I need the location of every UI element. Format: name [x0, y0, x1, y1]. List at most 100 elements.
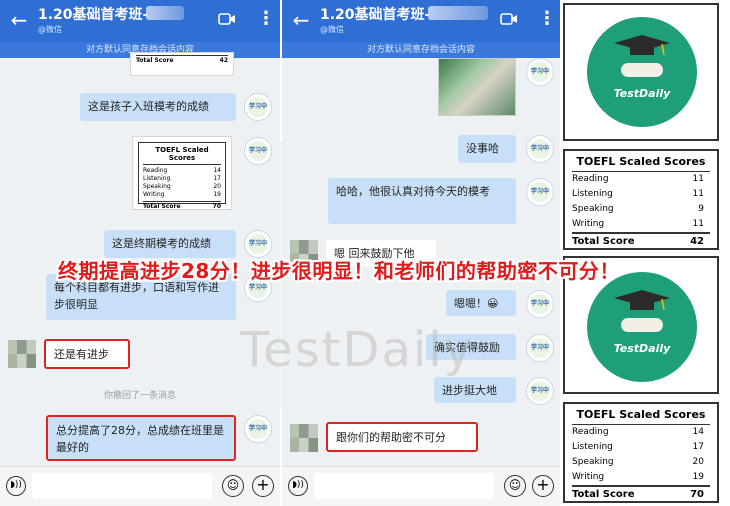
back-arrow-icon[interactable]: ← — [290, 9, 312, 31]
score-label: Writing — [572, 219, 605, 229]
mini-score-table: TOEFL Scaled Scores Reading 14 Listening 1… — [138, 142, 226, 210]
input-bar: ◗)) ☺ + — [0, 466, 280, 506]
message-bubble-highlighted[interactable]: 还是有进步 — [44, 339, 130, 369]
avatar-label: 学习中 — [248, 234, 268, 254]
mini-score-value: 17 — [213, 175, 221, 182]
chat-header: ← 1.20基础首考班- @微信 ⋮ — [0, 0, 280, 42]
avatar[interactable]: 学习中 — [526, 135, 554, 163]
avatar-label: 学习中 — [248, 97, 268, 117]
avatar[interactable]: 学习中 — [526, 377, 554, 405]
message-bubble[interactable]: 这是孩子入班模考的成绩 — [80, 93, 236, 121]
score-label: Reading — [572, 427, 609, 437]
score-row: Speaking 20 — [572, 455, 710, 470]
mini-total-label: Total Score — [143, 203, 181, 210]
score-label: Reading — [572, 174, 609, 184]
score-panel: TestDaily TOEFL Scaled Scores Reading 11 … — [562, 0, 730, 506]
card-total-value: 42 — [219, 57, 228, 64]
score-value: 17 — [692, 442, 704, 452]
chat-header: ← 1.20基础首考班- @微信 ⋮ — [282, 0, 560, 42]
photo-message[interactable] — [438, 58, 516, 116]
emoji-icon[interactable]: ☺ — [504, 475, 526, 497]
video-call-icon[interactable] — [500, 12, 518, 26]
testdaily-logo: TestDaily — [587, 17, 697, 127]
blurred-name — [428, 6, 488, 20]
message-bubble[interactable]: 这是终期模考的成绩 — [104, 230, 236, 258]
mini-score-value: 19 — [213, 191, 221, 198]
message-input[interactable] — [32, 473, 212, 499]
mini-score-value: 14 — [213, 167, 221, 174]
message-bubble[interactable]: 哈哈，他很认真对待今天的模考 — [328, 178, 516, 224]
mini-total-value: 70 — [212, 203, 221, 210]
back-arrow-icon[interactable]: ← — [8, 9, 30, 31]
mini-score-label: Reading — [143, 167, 168, 174]
testdaily-logo: TestDaily — [587, 272, 697, 382]
message-bubble[interactable]: 嗯嗯！😀 — [446, 290, 516, 316]
blurred-avatar[interactable] — [8, 340, 36, 368]
message-bubble-highlighted[interactable]: 总分提高了28分，总成绩在班里是最好的 — [46, 415, 236, 461]
score-row: Speaking 9 — [572, 202, 710, 217]
score-total-label: Total Score — [572, 489, 635, 500]
avatar[interactable]: 学习中 — [526, 290, 554, 318]
avatar[interactable]: 学习中 — [526, 334, 554, 362]
score-value: 20 — [692, 457, 704, 467]
message-bubble[interactable]: 确实值得鼓励 — [426, 334, 516, 360]
score-row: Listening 11 — [572, 187, 710, 202]
message-input[interactable] — [314, 473, 494, 499]
emoji-icon[interactable]: ☺ — [222, 475, 244, 497]
score-value: 11 — [692, 219, 704, 229]
avatar-label: 学习中 — [530, 182, 550, 202]
mini-score-row: Writing 19 — [143, 191, 221, 199]
score-row: Listening 17 — [572, 440, 710, 455]
avatar[interactable]: 学习中 — [244, 137, 272, 165]
score-value: 11 — [692, 189, 704, 199]
mini-score-title: TOEFL Scaled Scores — [143, 146, 221, 165]
avatar[interactable]: 学习中 — [244, 93, 272, 121]
avatar[interactable]: 学习中 — [244, 415, 272, 443]
score-label: Speaking — [572, 457, 614, 467]
score-row: Reading 14 — [572, 425, 710, 440]
diploma-icon — [621, 318, 663, 332]
mini-score-row: Reading 14 — [143, 167, 221, 175]
chat-subtitle: @微信 — [38, 25, 62, 34]
score-value: 9 — [698, 204, 704, 214]
avatar[interactable]: 学习中 — [526, 58, 554, 86]
input-bar: ◗)) ☺ + — [282, 466, 560, 506]
graduation-cap-icon — [614, 290, 670, 311]
diploma-icon — [621, 63, 663, 77]
score-label: Listening — [572, 189, 613, 199]
score-total-row: Total Score 70 — [572, 485, 710, 502]
mini-score-total: Total Score 70 — [143, 201, 221, 211]
message-bubble[interactable]: 没事哈 — [458, 135, 516, 163]
plus-icon[interactable]: + — [252, 475, 274, 497]
avatar-label: 学习中 — [530, 294, 550, 314]
message-bubble[interactable]: 进步挺大地 — [434, 377, 516, 403]
score-image-card-partial[interactable]: Total Score 42 — [130, 52, 234, 76]
score-row: Writing 11 — [572, 217, 710, 232]
score-label: Speaking — [572, 204, 614, 214]
video-call-icon[interactable] — [218, 12, 236, 26]
more-icon[interactable]: ⋮ — [257, 8, 275, 30]
plus-icon[interactable]: + — [532, 475, 554, 497]
voice-icon[interactable]: ◗)) — [6, 476, 26, 496]
message-bubble-highlighted[interactable]: 跟你们的帮助密不可分 — [326, 422, 478, 452]
card-total-label: Total Score — [136, 57, 174, 64]
score-table-final: TOEFL Scaled Scores Reading 14 Listening 1… — [563, 402, 719, 503]
more-icon[interactable]: ⋮ — [538, 8, 556, 30]
blurred-avatar[interactable] — [290, 424, 318, 452]
score-value: 14 — [692, 427, 704, 437]
avatar[interactable]: 学习中 — [526, 178, 554, 206]
score-image-card[interactable]: TOEFL Scaled Scores Reading 14 Listening 1… — [132, 136, 232, 210]
logo-card: TestDaily — [563, 3, 719, 141]
score-total-label: Total Score — [572, 236, 635, 247]
chat-title: 1.20基础首考班- — [320, 7, 431, 23]
score-table-initial: TOEFL Scaled Scores Reading 11 Listening 1… — [563, 149, 719, 250]
voice-icon[interactable]: ◗)) — [288, 476, 308, 496]
mini-score-label: Writing — [143, 191, 165, 198]
score-row: Writing 19 — [572, 470, 710, 485]
score-total-value: 70 — [690, 489, 704, 500]
mini-score-row: Listening 17 — [143, 175, 221, 183]
avatar[interactable]: 学习中 — [244, 230, 272, 258]
blurred-name — [146, 6, 184, 20]
avatar-label: 学习中 — [530, 62, 550, 82]
headline-banner: 终期提高进步28分！进步很明显！和老师们的帮助密不可分！ — [58, 259, 620, 283]
